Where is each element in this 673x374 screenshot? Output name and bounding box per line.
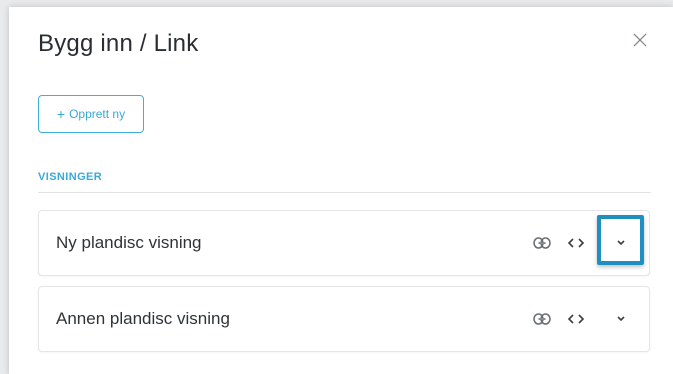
- views-section-heading: VISNINGER: [38, 171, 103, 183]
- link-icon[interactable]: [532, 235, 552, 251]
- create-new-label: Opprett ny: [69, 107, 126, 121]
- view-label: Annen plandisc visning: [56, 309, 230, 328]
- embed-link-dialog: Bygg inn / Link + Opprett ny VISNINGER N…: [9, 7, 673, 374]
- close-button[interactable]: [631, 33, 649, 51]
- create-new-button[interactable]: + Opprett ny: [38, 95, 144, 133]
- view-row[interactable]: Ny plandisc visning: [38, 210, 650, 276]
- chevron-down-icon[interactable]: [614, 236, 628, 250]
- chevron-down-icon[interactable]: [614, 312, 628, 326]
- dialog-title: Bygg inn / Link: [38, 30, 199, 57]
- view-label: Ny plandisc visning: [56, 233, 202, 252]
- code-icon[interactable]: [566, 311, 586, 327]
- close-icon: [633, 33, 647, 52]
- view-row[interactable]: Annen plandisc visning: [38, 286, 650, 352]
- section-divider: [38, 192, 651, 193]
- link-icon[interactable]: [532, 311, 552, 327]
- code-icon[interactable]: [566, 235, 586, 251]
- plus-icon: +: [56, 106, 66, 122]
- page-backdrop: Bygg inn / Link + Opprett ny VISNINGER N…: [0, 0, 673, 374]
